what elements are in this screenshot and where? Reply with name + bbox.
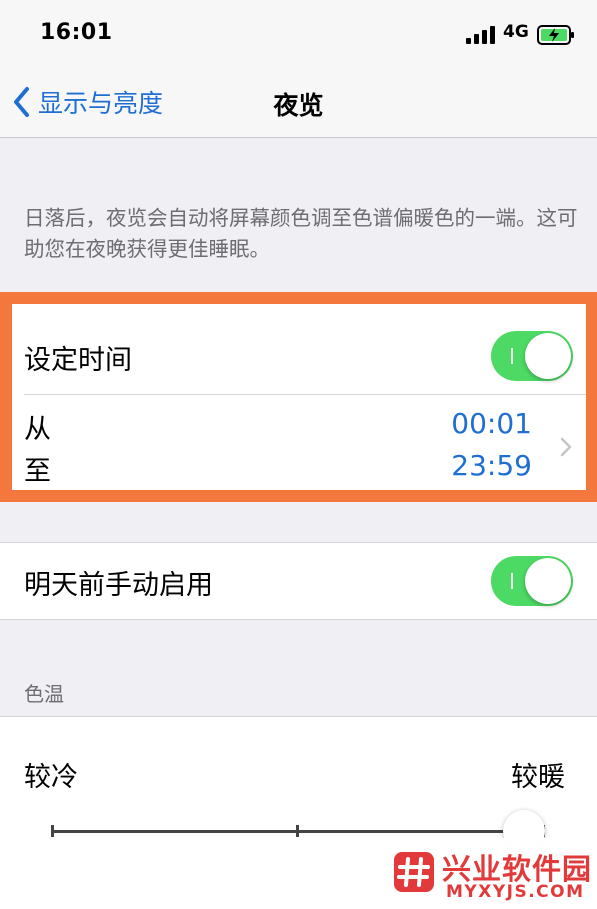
battery-charging-icon <box>537 25 574 45</box>
cooler-label: 较冷 <box>24 762 78 793</box>
watermark: 兴业软件园 MYXYJS.COM <box>380 838 597 909</box>
warmer-label: 较暖 <box>511 762 565 793</box>
manual-enable-group: 明天前手动启用 <box>0 542 597 620</box>
scheduled-group: 设定时间 从 至 00:01 23:59 <box>12 304 586 490</box>
from-label: 从 <box>24 414 51 445</box>
scheduled-toggle[interactable] <box>491 331 573 381</box>
to-time: 23:59 <box>451 449 532 482</box>
highlight-frame: 设定时间 从 至 00:01 23:59 <box>0 292 597 502</box>
toggle-on-indicator <box>511 348 513 364</box>
watermark-url: MYXYJS.COM <box>446 882 585 902</box>
to-label: 至 <box>24 456 51 487</box>
network-type: 4G <box>503 22 529 42</box>
row-separator <box>24 394 586 395</box>
slider-tick-start <box>51 825 54 837</box>
manual-enable-toggle[interactable] <box>491 556 573 606</box>
page-title-text: 夜览 <box>273 91 324 120</box>
color-temperature-slider[interactable] <box>51 810 545 852</box>
status-bar: 16:01 4G <box>0 0 597 68</box>
toggle-knob <box>525 333 571 379</box>
from-time: 00:01 <box>451 407 532 440</box>
night-shift-description: 日落后，夜览会自动将屏幕颜色调至色谱偏暖色的一端。这可助您在夜晚获得更佳睡眠。 <box>24 206 578 261</box>
scheduled-label: 设定时间 <box>24 345 132 376</box>
watermark-logo-icon <box>394 852 434 892</box>
toggle-on-indicator <box>511 573 513 589</box>
color-temperature-header: 色温 <box>24 682 64 706</box>
cellular-signal-icon <box>466 26 495 44</box>
navigation-bar: 显示与亮度 夜览 <box>0 68 597 138</box>
page-title: 夜览 <box>0 86 597 122</box>
toggle-knob <box>525 558 571 604</box>
manual-enable-label: 明天前手动启用 <box>24 570 213 601</box>
chevron-right-icon <box>560 437 572 457</box>
status-time: 16:01 <box>40 20 113 45</box>
slider-tick-middle <box>296 825 299 837</box>
